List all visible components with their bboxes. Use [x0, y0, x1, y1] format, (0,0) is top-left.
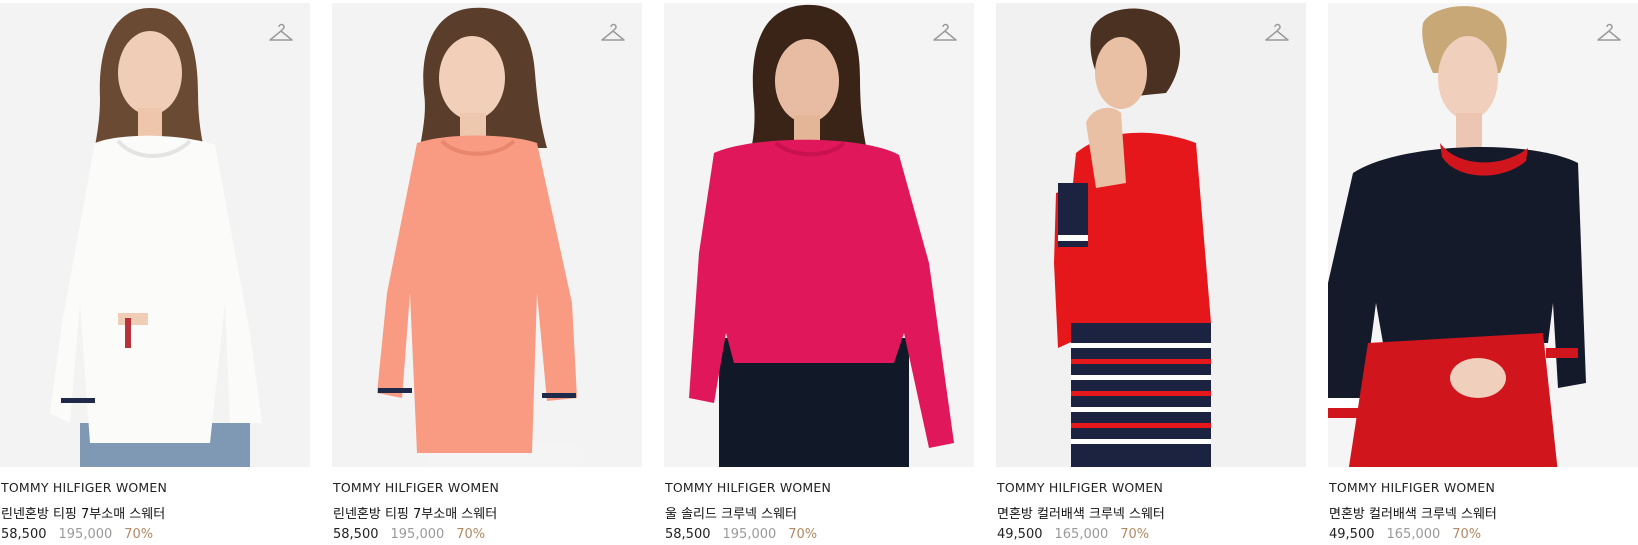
sale-price: 58,500: [665, 527, 711, 542]
sale-price: 49,500: [997, 527, 1043, 542]
product-name[interactable]: 린넨혼방 티핑 7부소매 스웨터: [333, 503, 497, 522]
product-name[interactable]: 울 솔리드 크루넥 스웨터: [665, 503, 797, 522]
original-price: 195,000: [58, 527, 113, 542]
product-brand[interactable]: TOMMY HILFIGER WOMEN: [1, 480, 167, 495]
hanger-icon[interactable]: [1596, 21, 1622, 45]
product-name[interactable]: 면혼방 컬러배색 크루넥 스웨터: [997, 503, 1165, 522]
product-image[interactable]: [0, 3, 310, 467]
product-image[interactable]: [664, 3, 974, 467]
product-card[interactable]: TOMMY HILFIGER WOMEN 린넨혼방 티핑 7부소매 스웨터 58…: [332, 0, 642, 545]
product-card[interactable]: TOMMY HILFIGER WOMEN 면혼방 컬러배색 크루넥 스웨터 49…: [996, 0, 1306, 545]
product-brand[interactable]: TOMMY HILFIGER WOMEN: [665, 480, 831, 495]
model-photo: [996, 3, 1306, 467]
product-prices: 58,500 195,000 70%: [665, 527, 817, 542]
model-photo: [664, 3, 974, 467]
discount-rate: 70%: [1452, 527, 1482, 542]
product-grid: TOMMY HILFIGER WOMEN 린넨혼방 티핑 7부소매 스웨터 58…: [0, 0, 1638, 545]
product-image[interactable]: [996, 3, 1306, 467]
sale-price: 58,500: [1, 527, 47, 542]
product-name[interactable]: 린넨혼방 티핑 7부소매 스웨터: [1, 503, 165, 522]
original-price: 195,000: [722, 527, 777, 542]
product-brand[interactable]: TOMMY HILFIGER WOMEN: [1329, 480, 1495, 495]
product-card[interactable]: TOMMY HILFIGER WOMEN 울 솔리드 크루넥 스웨터 58,50…: [664, 0, 974, 545]
product-prices: 49,500 165,000 70%: [997, 527, 1149, 542]
product-brand[interactable]: TOMMY HILFIGER WOMEN: [997, 480, 1163, 495]
discount-rate: 70%: [1120, 527, 1150, 542]
product-card[interactable]: TOMMY HILFIGER WOMEN 면혼방 컬러배색 크루넥 스웨터 49…: [1328, 0, 1638, 545]
sale-price: 58,500: [333, 527, 379, 542]
product-prices: 49,500 165,000 70%: [1329, 527, 1481, 542]
discount-rate: 70%: [788, 527, 818, 542]
product-image[interactable]: [1328, 3, 1638, 467]
hanger-icon[interactable]: [932, 21, 958, 45]
hanger-icon[interactable]: [1264, 21, 1290, 45]
original-price: 165,000: [1054, 527, 1109, 542]
product-image[interactable]: [332, 3, 642, 467]
model-photo: [332, 3, 642, 467]
model-photo: [1328, 3, 1638, 467]
discount-rate: 70%: [124, 527, 154, 542]
original-price: 165,000: [1386, 527, 1441, 542]
product-name[interactable]: 면혼방 컬러배색 크루넥 스웨터: [1329, 503, 1497, 522]
sale-price: 49,500: [1329, 527, 1375, 542]
product-prices: 58,500 195,000 70%: [1, 527, 153, 542]
discount-rate: 70%: [456, 527, 486, 542]
original-price: 195,000: [390, 527, 445, 542]
hanger-icon[interactable]: [268, 21, 294, 45]
product-brand[interactable]: TOMMY HILFIGER WOMEN: [333, 480, 499, 495]
hanger-icon[interactable]: [600, 21, 626, 45]
product-card[interactable]: TOMMY HILFIGER WOMEN 린넨혼방 티핑 7부소매 스웨터 58…: [0, 0, 310, 545]
model-photo: [0, 3, 310, 467]
product-prices: 58,500 195,000 70%: [333, 527, 485, 542]
